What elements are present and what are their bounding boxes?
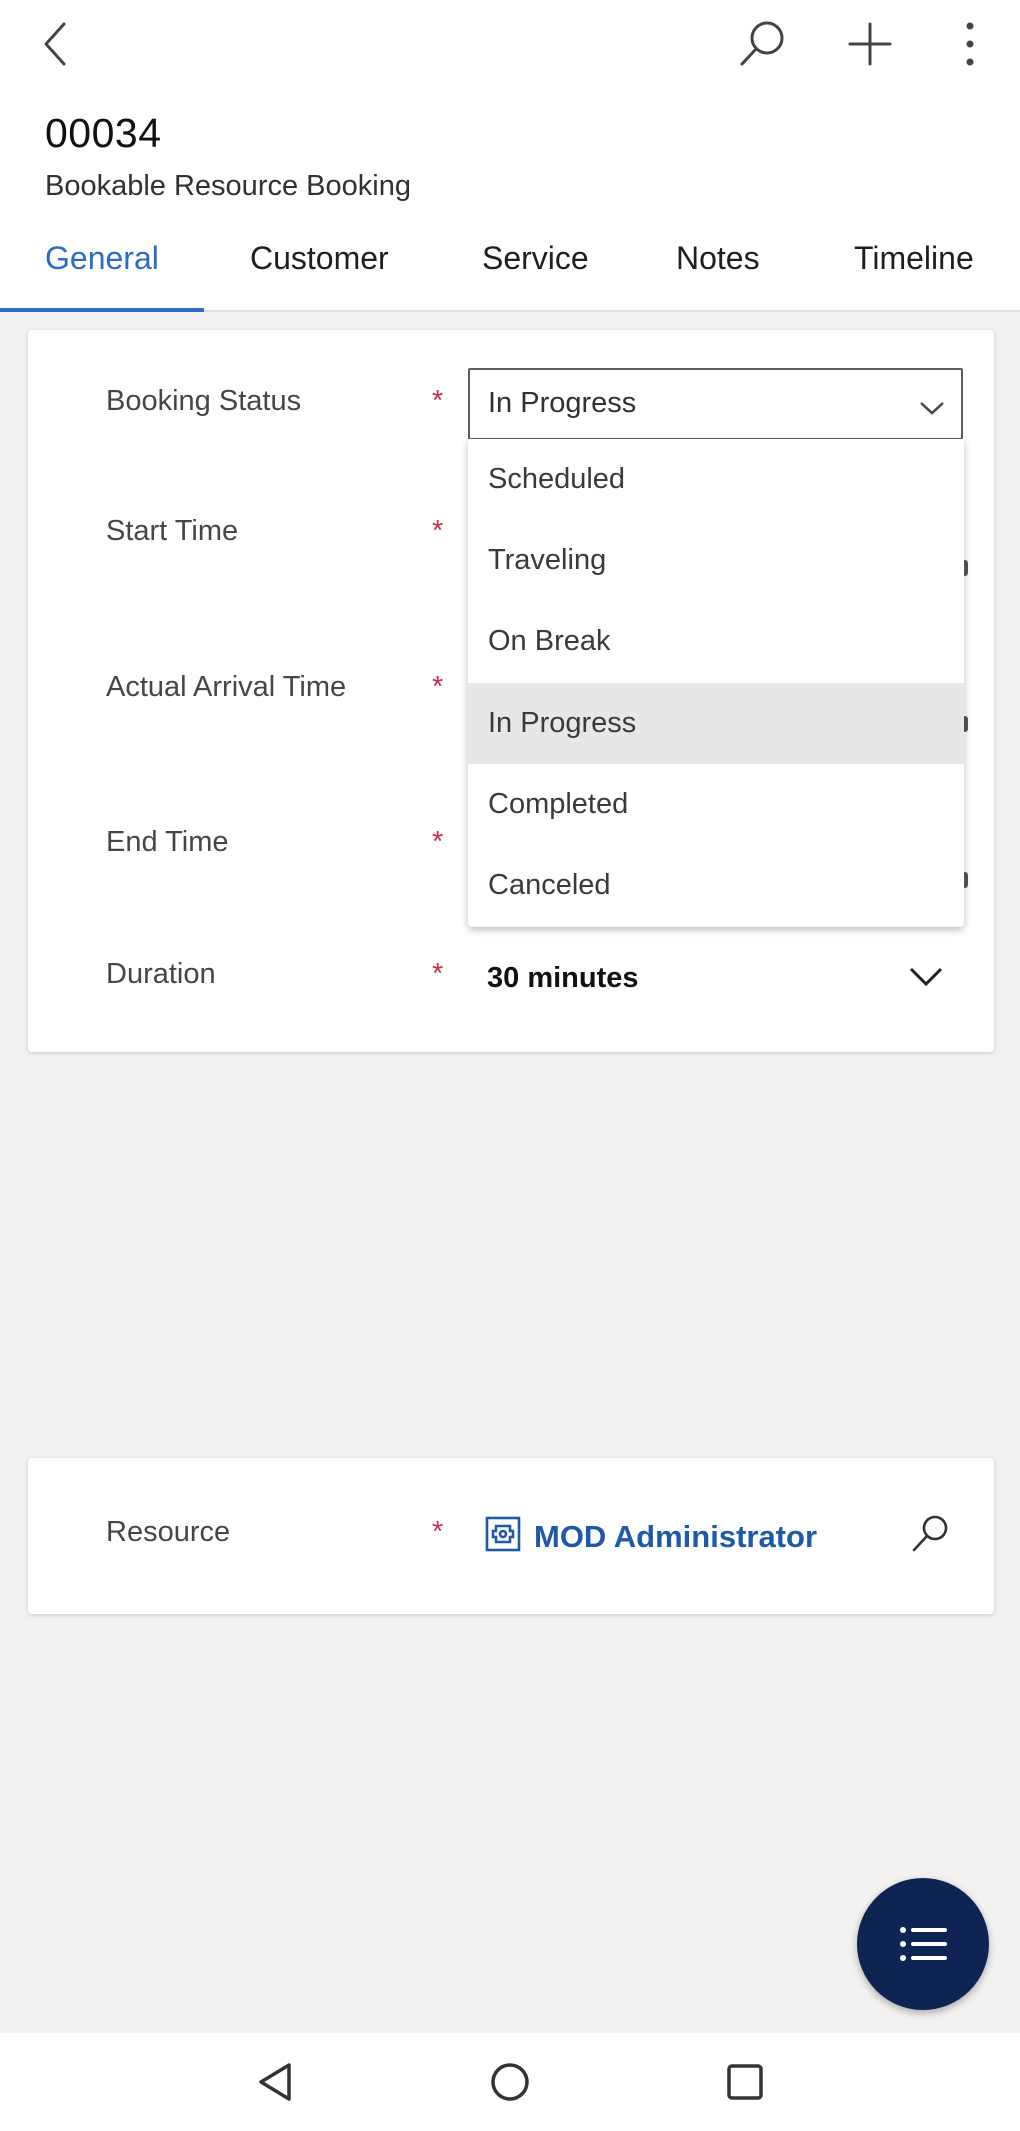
add-button[interactable]	[830, 4, 910, 84]
chevron-down-icon[interactable]	[909, 966, 943, 988]
required-marker: *	[432, 826, 444, 858]
booking-status-label: Booking Status	[106, 385, 302, 417]
chevron-down-icon	[920, 402, 944, 415]
app-header: 00034 Bookable Resource Booking General …	[0, 0, 1020, 312]
tab-general[interactable]: General	[45, 230, 159, 312]
tab-notes[interactable]: Notes	[676, 230, 760, 312]
active-tab-indicator	[0, 308, 204, 312]
booking-status-value: In Progress	[488, 387, 637, 419]
nav-home-button[interactable]	[475, 2047, 545, 2117]
plus-icon	[848, 22, 892, 66]
end-time-label: End Time	[106, 826, 229, 858]
option-traveling[interactable]: Traveling	[468, 520, 964, 601]
triangle-back-icon	[259, 2063, 291, 2101]
required-marker: *	[432, 385, 444, 417]
duration-label: Duration	[106, 958, 216, 990]
circle-home-icon	[491, 2063, 529, 2101]
option-canceled[interactable]: Canceled	[468, 845, 964, 926]
resource-entity-icon	[485, 1516, 521, 1552]
booking-status-select[interactable]: In Progress	[468, 368, 963, 440]
resource-link[interactable]: MOD Administrator	[534, 1519, 817, 1555]
resource-label: Resource	[106, 1516, 231, 1548]
search-icon[interactable]	[910, 1514, 950, 1554]
tab-bar: General Customer Service Notes Timeline	[0, 230, 1020, 312]
entity-name: Bookable Resource Booking	[45, 170, 411, 202]
duration-value[interactable]: 30 minutes	[487, 962, 639, 995]
start-time-label: Start Time	[106, 515, 239, 547]
back-button[interactable]	[16, 4, 96, 84]
actual-arrival-time-label: Actual Arrival Time	[106, 671, 347, 703]
tab-timeline[interactable]: Timeline	[854, 230, 974, 312]
option-scheduled[interactable]: Scheduled	[468, 439, 964, 520]
system-navigation-bar	[0, 2033, 1020, 2131]
option-on-break[interactable]: On Break	[468, 601, 964, 682]
required-marker: *	[432, 515, 444, 547]
nav-back-button[interactable]	[240, 2047, 310, 2117]
chevron-left-icon	[44, 22, 66, 66]
required-marker: *	[432, 1516, 444, 1548]
option-in-progress[interactable]: In Progress	[468, 683, 964, 764]
required-marker: *	[432, 671, 444, 703]
record-title: 00034	[45, 110, 162, 156]
tab-customer[interactable]: Customer	[250, 230, 389, 312]
square-recents-icon	[727, 2064, 763, 2100]
search-icon	[740, 21, 784, 66]
command-menu-button[interactable]	[857, 1878, 989, 2010]
more-vertical-icon	[966, 22, 974, 66]
nav-recents-button[interactable]	[710, 2047, 780, 2117]
search-button[interactable]	[722, 4, 802, 84]
required-marker: *	[432, 958, 444, 990]
more-button[interactable]	[930, 4, 1010, 84]
list-icon	[900, 1927, 947, 1961]
option-completed[interactable]: Completed	[468, 764, 964, 845]
tab-service[interactable]: Service	[482, 230, 589, 312]
booking-status-options: Scheduled Traveling On Break In Progress…	[468, 439, 964, 927]
